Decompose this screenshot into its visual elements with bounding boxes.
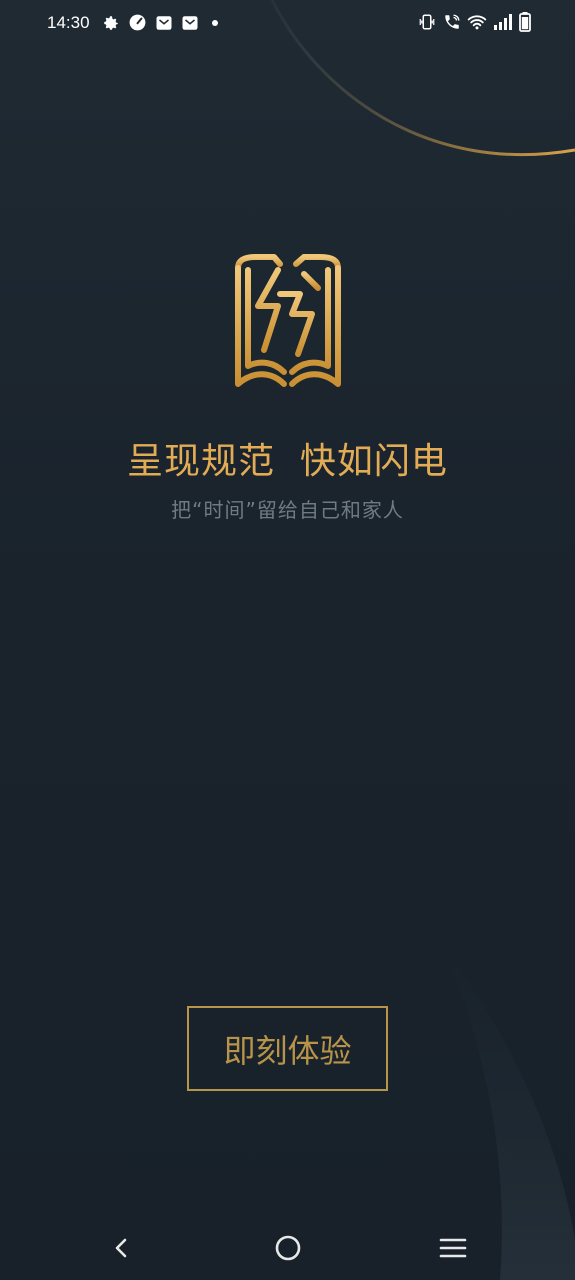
vibrate-icon bbox=[419, 14, 435, 30]
signal-icon bbox=[494, 14, 512, 30]
dot-icon bbox=[212, 19, 218, 26]
headline: 呈现规范 快如闪电 bbox=[127, 441, 448, 482]
mail-icon bbox=[156, 15, 172, 30]
wifi-call-icon bbox=[445, 14, 460, 29]
home-circle-icon bbox=[275, 1235, 301, 1261]
speed-icon bbox=[129, 14, 146, 31]
nav-home-button[interactable] bbox=[264, 1224, 312, 1272]
menu-lines-icon bbox=[439, 1238, 467, 1258]
try-now-button[interactable]: 即刻体验 bbox=[187, 1006, 388, 1091]
subline: 把“时间”留给自己和家人 bbox=[171, 498, 404, 522]
status-left-icons bbox=[102, 13, 223, 32]
nav-back-button[interactable] bbox=[98, 1224, 146, 1272]
book-lightning-logo-icon bbox=[235, 254, 341, 387]
wifi-icon bbox=[467, 15, 487, 30]
mail-icon bbox=[182, 15, 198, 30]
battery-icon bbox=[519, 12, 531, 32]
status-time: 14:30 bbox=[47, 13, 90, 32]
nav-menu-button[interactable] bbox=[429, 1224, 477, 1272]
gear-icon bbox=[104, 15, 118, 30]
status-right-icons bbox=[417, 12, 531, 32]
status-bar: 14:30 bbox=[0, 0, 575, 48]
system-nav-bar bbox=[0, 1216, 575, 1280]
back-chevron-icon bbox=[115, 1238, 127, 1258]
